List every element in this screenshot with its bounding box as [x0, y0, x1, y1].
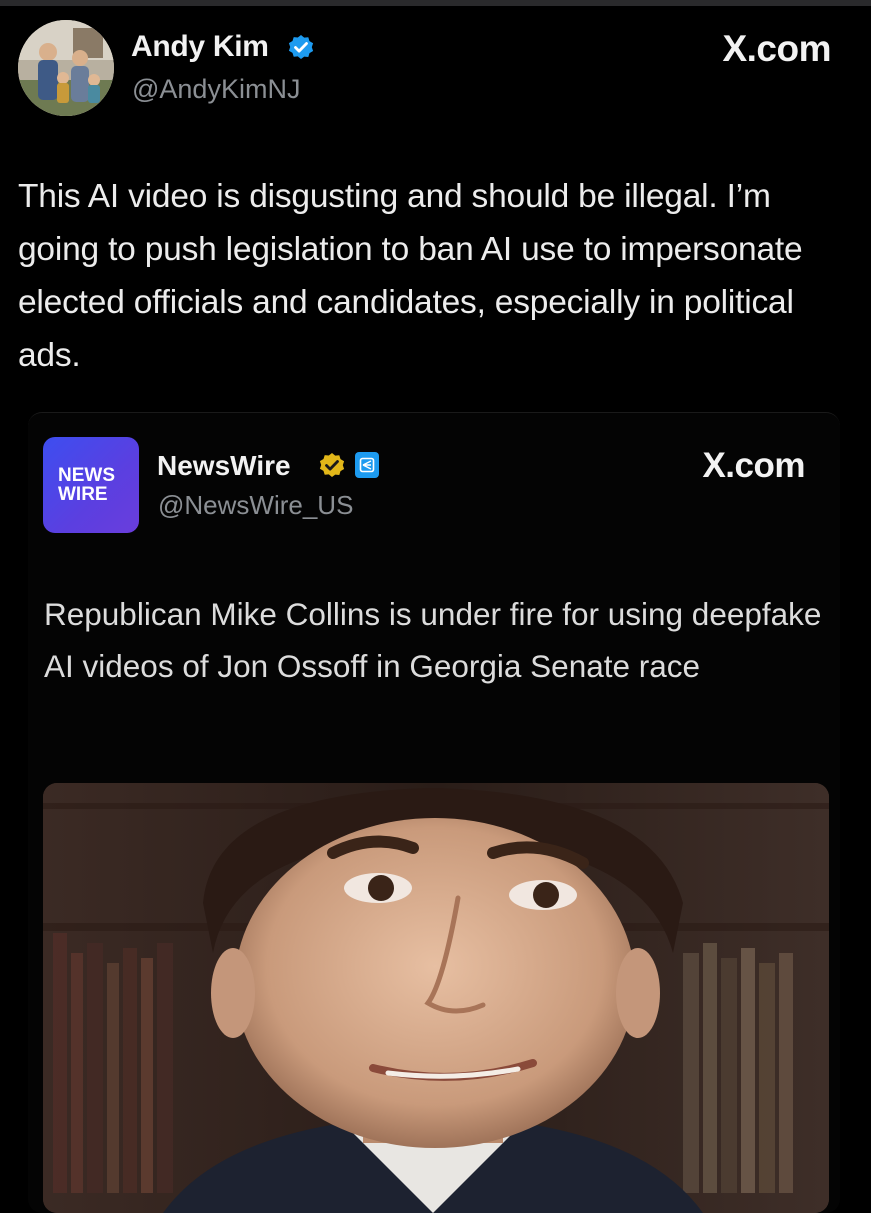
quoted-source-label: X.com — [702, 446, 805, 485]
author-avatar[interactable] — [18, 20, 114, 116]
affiliate-badge-icon — [355, 452, 379, 478]
logo-line-2: WIRE — [58, 484, 108, 505]
source-label: X.com — [722, 28, 831, 69]
quoted-author-handle[interactable]: @NewsWire_US — [158, 490, 353, 521]
quoted-author-name[interactable]: NewsWire — [157, 450, 291, 482]
quoted-tweet-text: Republican Mike Collins is under fire fo… — [44, 596, 822, 684]
tweet-text: This AI video is disgusting and should b… — [18, 178, 803, 374]
video-frame-image — [43, 783, 829, 1213]
video-thumbnail[interactable] — [43, 783, 829, 1213]
top-strip — [0, 0, 871, 6]
logo-line-1: NEWS — [58, 465, 115, 486]
avatar-photo — [18, 20, 114, 116]
author-name[interactable]: Andy Kim — [131, 30, 269, 64]
newswire-logo[interactable]: NEWS WIRE — [43, 437, 139, 533]
verified-badge-icon — [287, 34, 315, 67]
author-handle[interactable]: @AndyKimNJ — [132, 74, 300, 105]
gold-verified-badge-icon — [318, 452, 346, 485]
